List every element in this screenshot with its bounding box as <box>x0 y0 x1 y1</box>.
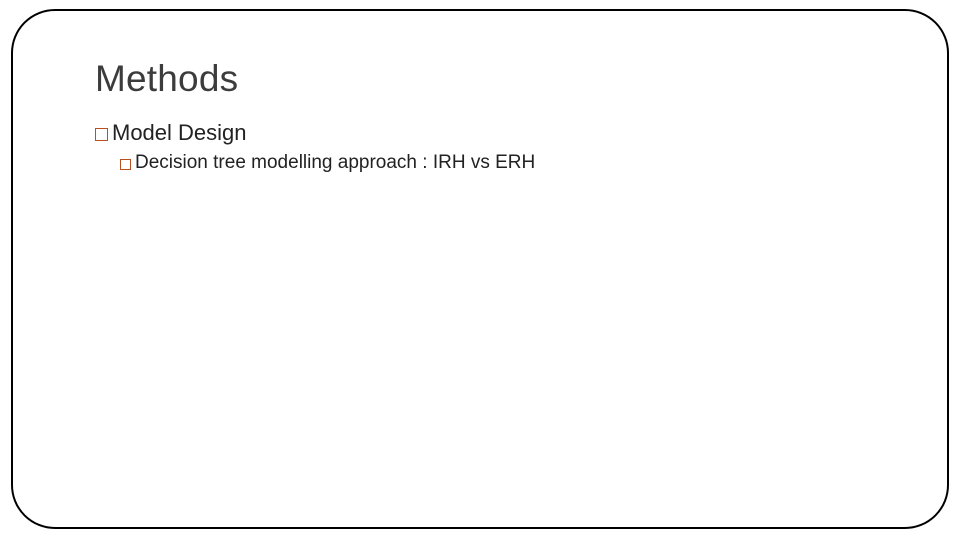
bullet-level-1: Model Design <box>95 120 247 146</box>
bullet-level-1-text: Model Design <box>112 120 247 146</box>
bullet-level-2: Decision tree modelling approach : IRH v… <box>120 152 535 174</box>
slide: Methods Model Design Decision tree model… <box>0 0 960 540</box>
slide-title: Methods <box>95 58 238 100</box>
square-bullet-icon <box>120 159 131 170</box>
square-bullet-icon <box>95 128 108 141</box>
bullet-level-2-text: Decision tree modelling approach : IRH v… <box>135 152 535 174</box>
